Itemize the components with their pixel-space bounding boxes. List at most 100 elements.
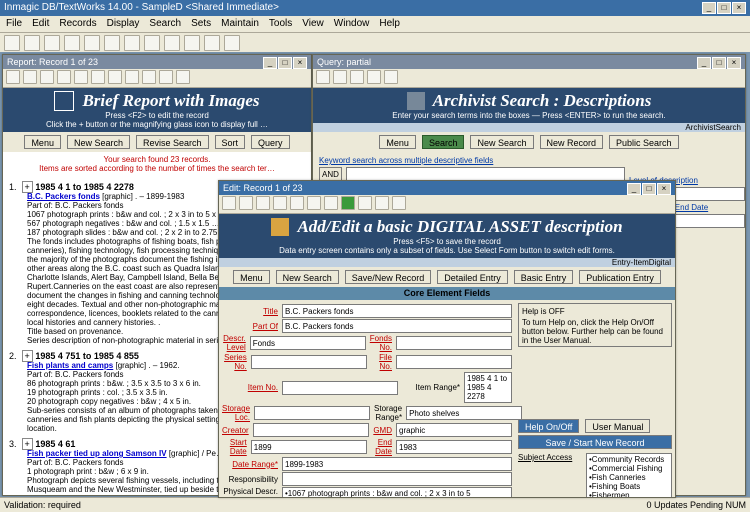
new-record-button[interactable]: New Record [540,135,604,149]
tb-icon[interactable] [144,35,160,51]
keyword-input[interactable] [346,167,625,181]
tb-icon[interactable] [4,35,20,51]
menu-file[interactable]: File [6,16,22,32]
title-input[interactable] [282,304,512,318]
maximize-icon[interactable]: □ [712,57,726,69]
menu-help[interactable]: Help [379,16,400,32]
query-titlebar[interactable]: Query: partial _□× [313,55,745,69]
menu-display[interactable]: Display [107,16,140,32]
query-button[interactable]: Query [251,135,290,149]
tb-icon[interactable] [164,35,180,51]
nav-first-icon[interactable] [6,70,20,84]
tb-icon[interactable] [91,70,105,84]
maximize-icon[interactable]: □ [278,57,292,69]
tb-icon[interactable] [324,196,338,210]
fileno-input[interactable] [396,355,512,369]
tb-icon[interactable] [358,196,372,210]
tb-icon[interactable] [290,196,304,210]
save-start-new-button[interactable]: Save / Start New Record [518,435,672,449]
tb-icon[interactable] [125,70,139,84]
user-manual-button[interactable]: User Manual [585,419,650,433]
tb-icon[interactable] [124,35,140,51]
daterange-input[interactable] [282,457,512,471]
menu-maintain[interactable]: Maintain [221,16,259,32]
resp-input[interactable] [282,472,512,486]
maximize-icon[interactable]: □ [717,2,731,14]
save-new-button[interactable]: Save/New Record [345,270,432,284]
publication-entry-button[interactable]: Publication Entry [579,270,661,284]
tb-icon[interactable] [392,196,406,210]
descr-input[interactable] [250,336,366,350]
close-icon[interactable]: × [732,2,746,14]
nav-prev-icon[interactable] [239,196,253,210]
tb-icon[interactable] [224,35,240,51]
check-icon[interactable] [341,196,355,210]
enddate-input[interactable] [396,440,512,454]
gmd-input[interactable] [396,423,512,437]
tb-icon[interactable] [142,70,156,84]
close-icon[interactable]: × [727,57,741,69]
seriesno-input[interactable] [251,355,367,369]
revise-search-button[interactable]: Revise Search [136,135,209,149]
tb-icon[interactable] [204,35,220,51]
phys-input[interactable]: •1067 photograph prints : b&w and col. ;… [282,487,512,497]
storagerange-input[interactable] [406,406,522,420]
menu-button[interactable]: Menu [379,135,416,149]
tb-icon[interactable] [176,70,190,84]
tb-icon[interactable] [184,35,200,51]
public-search-button[interactable]: Public Search [609,135,679,149]
storage-input[interactable] [254,406,370,420]
menu-tools[interactable]: Tools [269,16,292,32]
menu-records[interactable]: Records [59,16,96,32]
detailed-entry-button[interactable]: Detailed Entry [437,270,508,284]
itemrange-input[interactable]: 1985 4 1 to 1985 4 2278 [464,372,512,403]
help-onoff-button[interactable]: Help On/Off [518,419,579,433]
nav-last-icon[interactable] [273,196,287,210]
binoculars-icon[interactable] [316,70,330,84]
tb-icon[interactable] [74,70,88,84]
new-search-button[interactable]: New Search [470,135,533,149]
nav-last-icon[interactable] [57,70,71,84]
nav-prev-icon[interactable] [23,70,37,84]
tb-icon[interactable] [375,196,389,210]
edit-titlebar[interactable]: Edit: Record 1 of 23 _□× [219,181,675,195]
tb-icon[interactable] [333,70,347,84]
tb-icon[interactable] [44,35,60,51]
search-button[interactable]: Search [422,135,465,149]
subject-box[interactable]: •Community Records•Commercial Fishing•Fi… [586,453,672,497]
menu-button[interactable]: Menu [233,270,270,284]
tb-icon[interactable] [104,35,120,51]
and-button[interactable]: AND [319,167,342,181]
partof-input[interactable] [282,319,512,333]
nav-next-icon[interactable] [256,196,270,210]
nav-next-icon[interactable] [40,70,54,84]
close-icon[interactable]: × [657,183,671,195]
fondsno-input[interactable] [396,336,512,350]
close-icon[interactable]: × [293,57,307,69]
minimize-icon[interactable]: _ [702,2,716,14]
minimize-icon[interactable]: _ [627,183,641,195]
nav-first-icon[interactable] [222,196,236,210]
tb-icon[interactable] [350,70,364,84]
minimize-icon[interactable]: _ [697,57,711,69]
tb-icon[interactable] [159,70,173,84]
menu-sets[interactable]: Sets [191,16,211,32]
tb-icon[interactable] [84,35,100,51]
basic-entry-button[interactable]: Basic Entry [514,270,574,284]
new-search-button[interactable]: New Search [276,270,339,284]
report-titlebar[interactable]: Report: Record 1 of 23 _□× [3,55,311,69]
new-search-button[interactable]: New Search [67,135,130,149]
tb-icon[interactable] [307,196,321,210]
tb-icon[interactable] [24,35,40,51]
tb-icon[interactable] [64,35,80,51]
maximize-icon[interactable]: □ [642,183,656,195]
itemno-input[interactable] [282,381,398,395]
menu-button[interactable]: Menu [24,135,61,149]
minimize-icon[interactable]: _ [263,57,277,69]
sort-button[interactable]: Sort [215,135,246,149]
tb-icon[interactable] [384,70,398,84]
menu-search[interactable]: Search [149,16,181,32]
menu-window[interactable]: Window [334,16,370,32]
menu-edit[interactable]: Edit [32,16,49,32]
tb-icon[interactable] [108,70,122,84]
